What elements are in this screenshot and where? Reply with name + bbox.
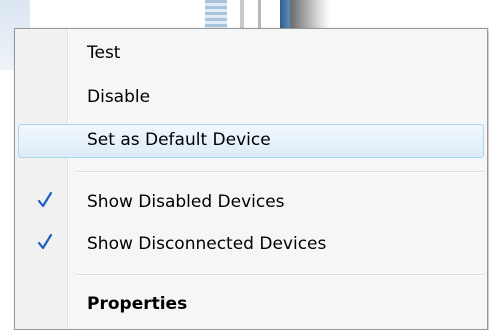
menu-gutter-divider [68,29,69,329]
menu-item-set-as-default-device[interactable]: Set as Default Device [15,122,487,160]
background-column-divider [258,0,261,28]
context-menu: Test Disable Set as Default Device Show … [14,28,488,330]
menu-separator [75,274,485,276]
menu-item-show-disconnected-devices[interactable]: Show Disconnected Devices [15,226,487,264]
menu-item-show-disabled-devices[interactable]: Show Disabled Devices [15,184,487,222]
menu-item-test[interactable]: Test [15,35,487,73]
background-column-divider [240,0,244,28]
background-device-image [280,0,290,28]
menu-item-properties[interactable]: Properties [15,286,487,324]
menu-item-label: Show Disabled Devices [87,192,285,212]
background-list-lines [205,0,227,28]
check-icon [37,191,53,208]
menu-item-disable[interactable]: Disable [15,79,487,117]
menu-icon-gutter [15,29,68,329]
menu-item-label: Set as Default Device [87,130,271,150]
menu-item-label: Show Disconnected Devices [87,234,327,254]
background-device-image [290,0,330,28]
menu-item-label: Properties [87,294,188,314]
menu-item-label: Test [87,43,121,63]
menu-separator [75,171,485,173]
check-icon [37,233,53,250]
menu-item-label: Disable [87,87,151,107]
